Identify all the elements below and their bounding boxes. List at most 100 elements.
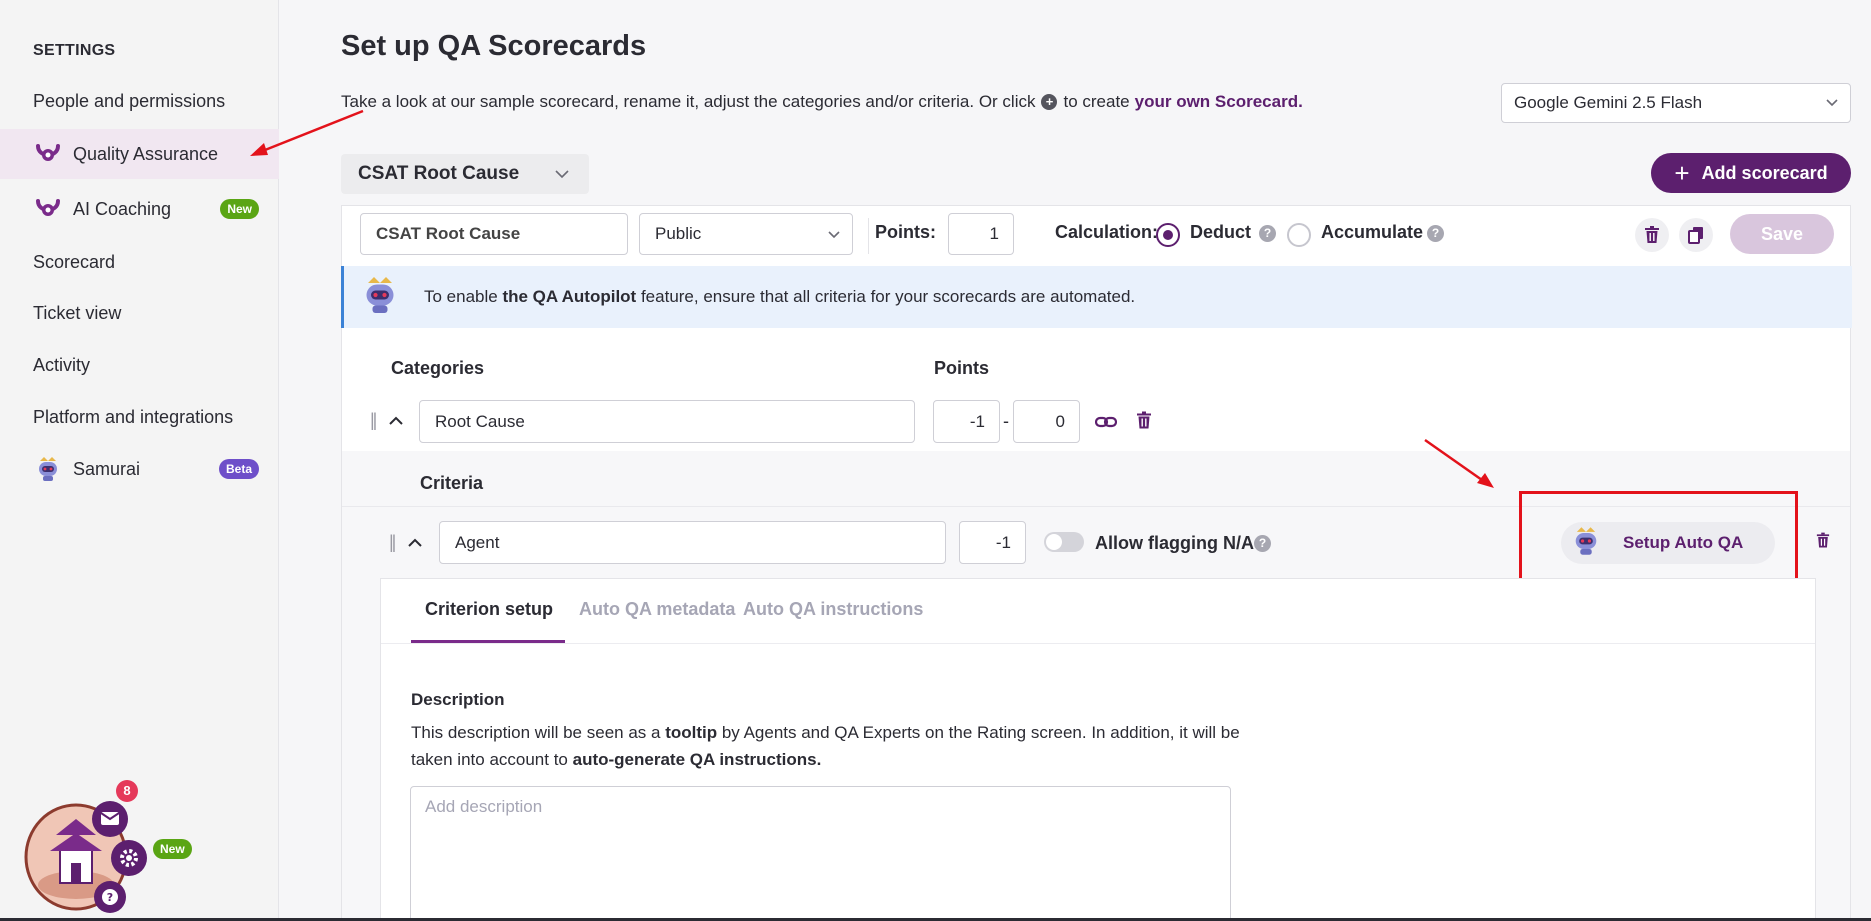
add-scorecard-label: Add scorecard — [1701, 162, 1828, 183]
notification-count-badge: 8 — [116, 780, 138, 802]
link-icon[interactable] — [1095, 412, 1117, 432]
category-min-points-input[interactable]: -1 — [933, 400, 1000, 443]
ai-model-select[interactable]: Google Gemini 2.5 Flash — [1501, 83, 1851, 123]
copy-icon — [1688, 227, 1703, 244]
sidebar-item-label: Platform and integrations — [33, 406, 234, 427]
description-title: Description — [411, 690, 505, 709]
tab-auto-qa-metadata[interactable]: Auto QA metadata — [579, 599, 735, 620]
new-badge: New — [153, 839, 192, 859]
points-label: Points: — [875, 222, 936, 242]
banner-text: feature, ensure that all criteria for yo… — [636, 287, 1136, 306]
beta-badge: Beta — [218, 459, 259, 479]
chevron-up-icon[interactable] — [407, 535, 423, 551]
subtitle-text: to create — [1063, 92, 1130, 111]
banner-bold: the QA Autopilot — [502, 287, 637, 306]
help-icon[interactable]: ? — [1259, 225, 1276, 242]
help-icon[interactable]: ? — [1427, 225, 1444, 242]
sidebar-item-quality-assurance[interactable]: Quality Assurance — [0, 129, 279, 179]
sidebar-item-label: Quality Assurance — [73, 143, 219, 164]
assistant-widget[interactable]: ? — [24, 785, 234, 920]
help-text-bold: tooltip — [665, 723, 718, 742]
pagoda-island-icon: ? — [24, 801, 147, 913]
active-tab-indicator — [411, 640, 565, 643]
criteria-header: Criteria — [420, 473, 484, 493]
deduct-radio[interactable] — [1156, 223, 1180, 247]
page-title: Set up QA Scorecards — [341, 30, 647, 62]
sidebar-item-label: People and permissions — [33, 90, 226, 111]
help-text-bold: auto-generate QA instructions. — [572, 750, 822, 769]
plus-circle-icon: + — [1041, 94, 1058, 110]
deduct-label: Deduct — [1190, 222, 1252, 242]
sidebar-item-label: AI Coaching — [73, 198, 172, 219]
calculation-label: Calculation: — [1055, 222, 1159, 242]
sidebar-item-label: Ticket view — [33, 302, 122, 323]
criterion-tabs: Criterion setup Auto QA metadata Auto QA… — [381, 579, 1815, 644]
sidebar-item-label: Scorecard — [33, 251, 116, 272]
drag-handle-icon[interactable]: || — [370, 410, 378, 431]
main-content: Set up QA Scorecards Take a look at our … — [279, 0, 1871, 921]
scorecard-points-input[interactable]: 1 — [948, 213, 1014, 255]
new-badge: New — [220, 199, 259, 219]
visibility-select[interactable]: Public — [639, 213, 853, 255]
save-button[interactable]: Save — [1730, 214, 1834, 254]
category-name-input[interactable]: Root Cause — [419, 400, 915, 443]
visibility-value: Public — [655, 224, 702, 243]
sidebar-item-people-and-permissions[interactable]: People and permissions — [0, 76, 279, 126]
chevron-up-icon[interactable] — [388, 413, 404, 429]
page-subtitle: Take a look at our sample scorecard, ren… — [341, 92, 1303, 112]
allow-na-label: Allow flagging N/A — [1095, 533, 1254, 553]
sidebar-heading: SETTINGS — [33, 42, 116, 59]
scorecard-editor: CSAT Root Cause Public Points: 1 Calcula… — [341, 205, 1852, 921]
sidebar-item-activity[interactable]: Activity — [0, 340, 279, 390]
categories-header: Categories — [391, 358, 485, 378]
criterion-detail-panel: Criterion setup Auto QA metadata Auto QA… — [380, 578, 1816, 921]
chevron-down-icon — [828, 231, 840, 239]
drag-handle-icon[interactable]: || — [389, 532, 397, 553]
range-dash: - — [1003, 411, 1009, 431]
category-max-points-input[interactable]: 0 — [1013, 400, 1080, 443]
subtitle-text: Take a look at our sample scorecard, ren… — [341, 92, 1036, 111]
sidebar-item-platform-and-integrations[interactable]: Platform and integrations — [0, 392, 279, 442]
help-icon[interactable]: ? — [1254, 535, 1271, 552]
svg-text:?: ? — [107, 891, 113, 904]
sidebar-item-label: Activity — [33, 354, 91, 375]
samurai-bot-icon — [360, 274, 400, 321]
points-header: Points — [934, 358, 990, 378]
scorecard-name-input[interactable]: CSAT Root Cause — [360, 213, 628, 255]
tab-auto-qa-instructions[interactable]: Auto QA instructions — [743, 599, 923, 620]
help-text: This description will be seen as a — [411, 723, 666, 742]
toolbar-divider — [868, 218, 869, 254]
ai-model-value: Google Gemini 2.5 Flash — [1514, 93, 1703, 112]
sidebar-item-label: Samurai — [73, 458, 141, 479]
criterion-points-input[interactable]: -1 — [959, 521, 1026, 564]
scorecard-toolbar: CSAT Root Cause Public Points: 1 Calcula… — [342, 206, 1850, 266]
criterion-name-input[interactable]: Agent — [439, 521, 946, 564]
sidebar-item-ticket-view[interactable]: Ticket view — [0, 288, 279, 338]
settings-sidebar: SETTINGS People and permissions Quality … — [0, 0, 279, 921]
trash-icon[interactable] — [1136, 411, 1152, 430]
scorecard-select[interactable]: CSAT Root Cause — [341, 154, 589, 194]
scorecard-select-value: CSAT Root Cause — [358, 163, 520, 184]
add-scorecard-button[interactable]: + Add scorecard — [1651, 153, 1851, 193]
sidebar-item-samurai[interactable]: Samurai Beta — [0, 444, 279, 494]
annotation-highlight-box — [1519, 491, 1798, 591]
qa-logo-icon — [33, 194, 63, 224]
plus-icon: + — [1674, 158, 1690, 188]
own-scorecard-link[interactable]: your own Scorecard. — [1135, 92, 1303, 112]
allow-na-toggle[interactable] — [1044, 532, 1084, 552]
description-textarea[interactable]: Add description — [410, 786, 1231, 921]
duplicate-scorecard-button[interactable] — [1679, 218, 1713, 252]
description-help-text: This description will be seen as a toolt… — [411, 719, 1251, 773]
tab-criterion-setup[interactable]: Criterion setup — [425, 599, 553, 620]
trash-icon[interactable] — [1816, 532, 1830, 549]
delete-scorecard-button[interactable] — [1635, 218, 1669, 252]
autopilot-info-banner: To enable the QA Autopilot feature, ensu… — [341, 266, 1852, 328]
sidebar-item-ai-coaching[interactable]: AI Coaching New — [0, 184, 279, 234]
accumulate-radio[interactable] — [1287, 223, 1311, 247]
sidebar-item-scorecard[interactable]: Scorecard — [0, 237, 279, 287]
chevron-down-icon — [1826, 99, 1838, 107]
accumulate-label: Accumulate — [1321, 222, 1424, 242]
banner-text: To enable — [424, 287, 503, 306]
trash-icon — [1645, 226, 1659, 243]
samurai-bot-icon — [33, 454, 63, 484]
